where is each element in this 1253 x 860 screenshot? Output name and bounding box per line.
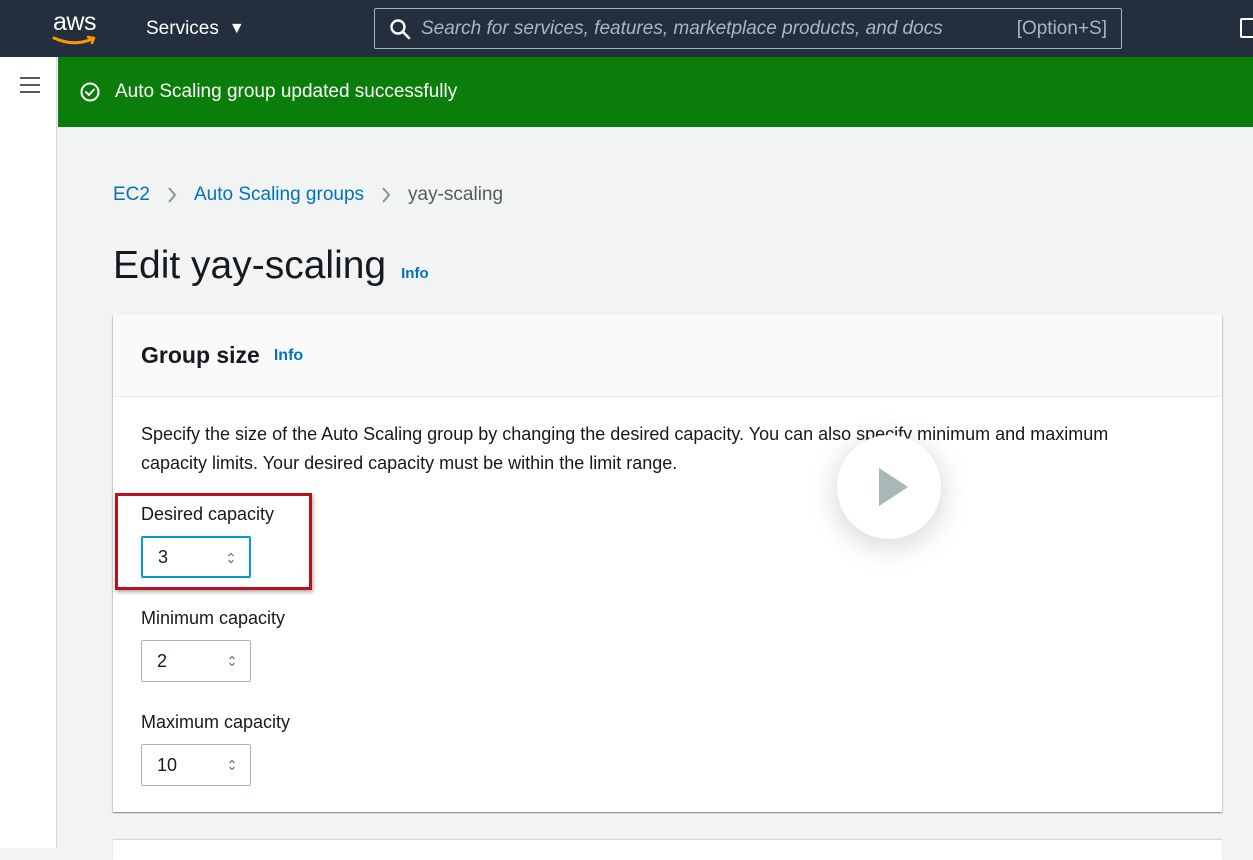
services-menu-button[interactable]: Services ▼ xyxy=(146,17,245,41)
play-icon xyxy=(879,468,908,506)
cloudshell-icon[interactable] xyxy=(1240,18,1253,38)
group-size-heading: Group size xyxy=(141,342,260,368)
success-flash-banner: Auto Scaling group updated successfully xyxy=(58,57,1253,127)
search-input[interactable] xyxy=(421,17,1017,40)
caret-down-icon: ▼ xyxy=(228,20,245,37)
side-navigation-rail xyxy=(0,57,57,848)
aws-logo[interactable]: aws xyxy=(50,8,106,48)
search-bar[interactable]: [Option+S] xyxy=(374,8,1122,49)
page-header: Edit yay-scaling Info xyxy=(113,244,429,288)
services-label: Services xyxy=(146,18,219,39)
spinner-arrows-icon[interactable] xyxy=(228,654,236,668)
group-size-panel: Group size Info Specify the size of the … xyxy=(113,315,1222,812)
desired-capacity-input[interactable] xyxy=(158,546,228,568)
desired-capacity-label: Desired capacity xyxy=(141,504,275,524)
breadcrumb: EC2 Auto Scaling groups yay-scaling xyxy=(113,184,503,206)
maximum-capacity-stepper[interactable] xyxy=(141,744,251,786)
chevron-right-icon xyxy=(382,187,391,203)
maximum-capacity-input[interactable] xyxy=(157,754,227,776)
minimum-capacity-stepper[interactable] xyxy=(141,640,251,682)
group-size-info-link[interactable]: Info xyxy=(274,347,303,365)
page-title: Edit yay-scaling xyxy=(113,244,387,287)
desired-capacity-stepper[interactable] xyxy=(141,536,251,578)
video-play-button[interactable] xyxy=(837,435,941,539)
breadcrumb-auto-scaling-groups-link[interactable]: Auto Scaling groups xyxy=(194,184,364,206)
group-size-description: Specify the size of the Auto Scaling gro… xyxy=(141,424,1109,473)
page-info-link[interactable]: Info xyxy=(401,265,429,282)
check-circle-icon xyxy=(80,82,100,102)
minimum-capacity-label: Minimum capacity xyxy=(141,608,286,628)
aws-smile-icon xyxy=(52,35,96,45)
top-navigation-bar: aws Services ▼ [Option+S] xyxy=(0,0,1253,57)
maximum-capacity-label: Maximum capacity xyxy=(141,712,291,732)
flash-message: Auto Scaling group updated successfully xyxy=(115,81,458,102)
group-size-panel-header: Group size Info xyxy=(113,315,1222,397)
spinner-arrows-icon[interactable] xyxy=(228,758,236,772)
breadcrumb-current: yay-scaling xyxy=(408,184,504,205)
next-panel xyxy=(113,840,1222,860)
aws-logo-text: aws xyxy=(53,8,96,36)
search-shortcut-hint: [Option+S] xyxy=(1016,17,1107,39)
hamburger-menu-icon[interactable] xyxy=(20,77,40,93)
breadcrumb-ec2-link[interactable]: EC2 xyxy=(113,184,150,206)
minimum-capacity-input[interactable] xyxy=(157,650,227,672)
spinner-arrows-icon[interactable] xyxy=(227,551,235,565)
chevron-right-icon xyxy=(168,187,177,203)
search-icon xyxy=(390,18,411,39)
